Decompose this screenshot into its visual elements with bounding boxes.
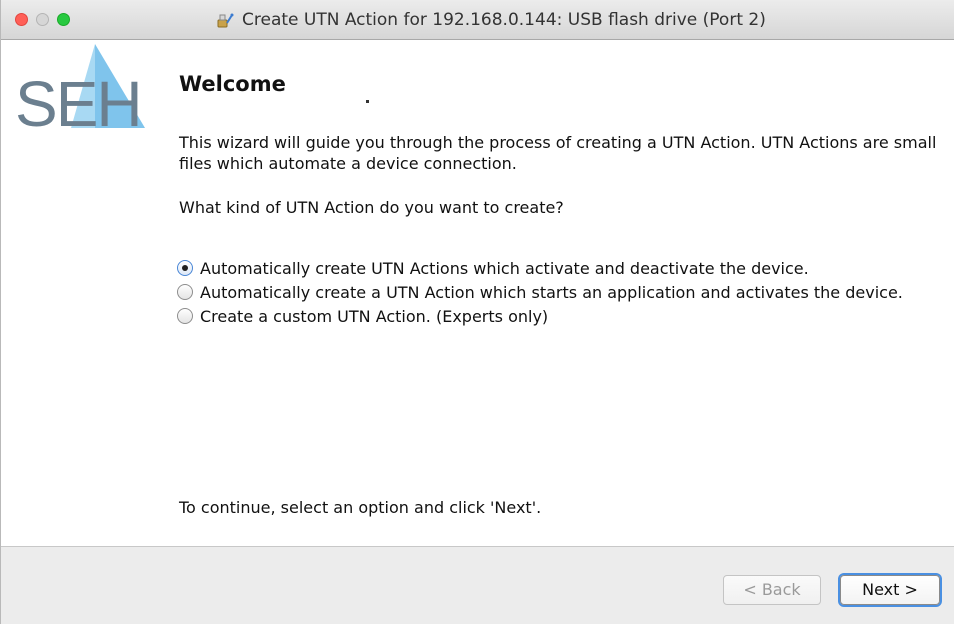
- zoom-window-button[interactable]: [57, 13, 70, 26]
- close-window-button[interactable]: [15, 13, 28, 26]
- option-start-application[interactable]: Automatically create a UTN Action which …: [177, 280, 903, 304]
- option-label[interactable]: Automatically create UTN Actions which a…: [200, 259, 809, 278]
- minimize-window-button[interactable]: [36, 13, 49, 26]
- radio-button[interactable]: [177, 308, 193, 324]
- window-title-container: Create UTN Action for 192.168.0.144: USB…: [216, 0, 766, 40]
- option-label[interactable]: Create a custom UTN Action. (Experts onl…: [200, 307, 548, 326]
- radio-button[interactable]: [177, 284, 193, 300]
- back-button[interactable]: < Back: [723, 575, 821, 605]
- window-title: Create UTN Action for 192.168.0.144: USB…: [242, 10, 766, 30]
- seh-logo-text: SEH: [15, 68, 141, 130]
- button-bar: < Back Next >: [1, 546, 954, 624]
- wizard-question: What kind of UTN Action do you want to c…: [179, 198, 564, 217]
- wizard-description: This wizard will guide you through the p…: [179, 133, 937, 173]
- stray-dot: [366, 100, 369, 103]
- option-custom-action[interactable]: Create a custom UTN Action. (Experts onl…: [177, 304, 903, 328]
- action-type-radio-group: Automatically create UTN Actions which a…: [177, 256, 903, 328]
- wizard-window: Create UTN Action for 192.168.0.144: USB…: [0, 0, 954, 624]
- seh-logo: SEH: [15, 44, 145, 130]
- continue-instruction: To continue, select an option and click …: [179, 498, 542, 517]
- wizard-heading: Welcome: [179, 72, 286, 96]
- usb-device-icon: [217, 13, 234, 28]
- option-activate-deactivate[interactable]: Automatically create UTN Actions which a…: [177, 256, 903, 280]
- option-label[interactable]: Automatically create a UTN Action which …: [200, 283, 903, 302]
- title-bar[interactable]: Create UTN Action for 192.168.0.144: USB…: [1, 0, 954, 40]
- radio-button-selected[interactable]: [177, 260, 193, 276]
- next-button[interactable]: Next >: [840, 575, 940, 605]
